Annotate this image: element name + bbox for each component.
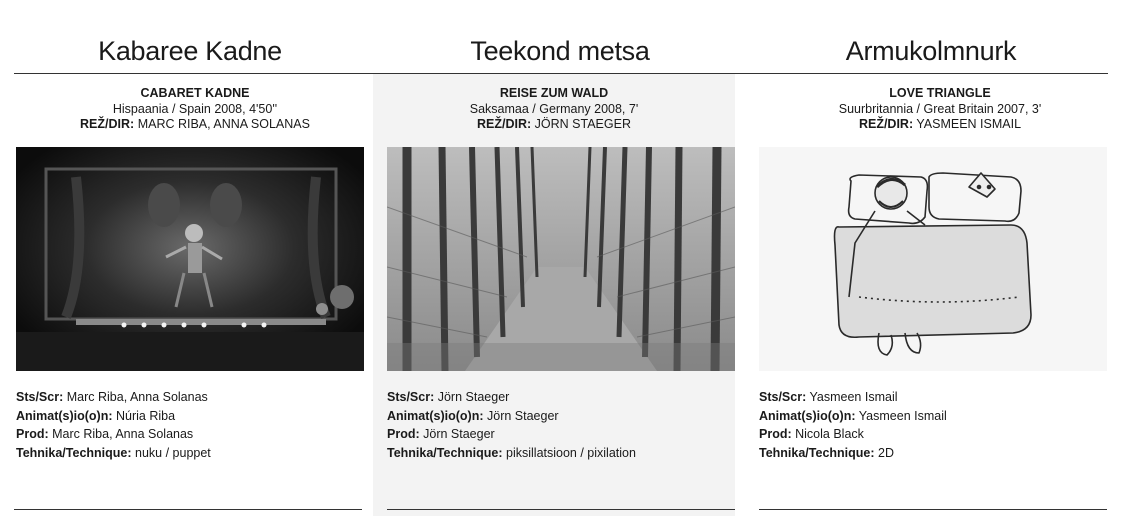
credit-value: Jörn Staeger: [437, 390, 510, 404]
director-line: REŽ/DIR: YASMEEN ISMAIL: [759, 117, 1121, 133]
director-name: MARC RIBA, ANNA SOLANAS: [137, 117, 310, 131]
credit-value: Jörn Staeger: [423, 427, 495, 441]
director-name: JÖRN STAEGER: [534, 117, 631, 131]
film-column-2: REISE ZUM WALD Saksamaa / Germany 2008, …: [373, 74, 735, 516]
credit-line: Sts/Scr: Marc Riba, Anna Solanas: [16, 388, 211, 407]
credit-label: Animat(s)io(o)n:: [16, 408, 113, 423]
credit-value: Jörn Staeger: [487, 408, 559, 423]
film-column-1: CABARET KADNE Hispaania / Spain 2008, 4'…: [14, 74, 376, 516]
film-title-1: Kabaree Kadne: [98, 36, 282, 66]
film-title-2: Teekond metsa: [470, 36, 650, 66]
credit-value: nuku / puppet: [135, 445, 211, 460]
director-line: REŽ/DIR: JÖRN STAEGER: [373, 117, 735, 133]
credit-label: Sts/Scr:: [387, 390, 435, 404]
credit-line: Sts/Scr: Jörn Staeger: [387, 388, 636, 407]
credit-label: Sts/Scr:: [759, 390, 807, 404]
director-label: REŽ/DIR:: [80, 117, 135, 131]
credit-line: Animat(s)io(o)n: Yasmeen Ismail: [759, 407, 947, 426]
director-line: REŽ/DIR: MARC RIBA, ANNA SOLANAS: [14, 117, 376, 133]
credit-line: Sts/Scr: Yasmeen Ismail: [759, 388, 947, 407]
credit-label: Animat(s)io(o)n:: [387, 408, 484, 423]
column-divider: [14, 509, 362, 510]
forest-path-image: [387, 147, 735, 371]
credit-value: Nicola Black: [795, 427, 864, 441]
country-year: Hispaania / Spain 2008, 4'50'': [112, 101, 278, 116]
credit-value: piksillatsioon / pixilation: [506, 445, 636, 460]
credit-label: Tehnika/Technique:: [387, 445, 503, 460]
director-name: YASMEEN ISMAIL: [916, 117, 1022, 131]
credit-value: Yasmeen Ismail: [809, 390, 898, 404]
credit-label: Prod:: [387, 427, 420, 441]
country-year: Suurbritannia / Great Britain 2007, 3': [838, 101, 1042, 116]
director-label: REŽ/DIR:: [858, 117, 914, 131]
film-meta-3: LOVE TRIANGLE Suurbritannia / Great Brit…: [759, 86, 1121, 133]
credit-line: Tehnika/Technique: 2D: [759, 444, 947, 463]
credit-line: Animat(s)io(o)n: Jörn Staeger: [387, 407, 636, 426]
original-title: LOVE TRIANGLE: [889, 86, 991, 100]
credit-label: Tehnika/Technique:: [759, 445, 875, 460]
credit-value: Yasmeen Ismail: [858, 408, 947, 423]
film-credits-2: Sts/Scr: Jörn Staeger Animat(s)io(o)n: J…: [387, 388, 636, 462]
title-row: Kabaree Kadne Teekond metsa Armukolmnurk: [0, 36, 1124, 72]
film-column-3: LOVE TRIANGLE Suurbritannia / Great Brit…: [759, 74, 1121, 516]
credit-label: Sts/Scr:: [16, 390, 64, 404]
film-title-3: Armukolmnurk: [845, 36, 1017, 66]
credit-value: 2D: [878, 445, 894, 460]
original-title: REISE ZUM WALD: [499, 86, 609, 100]
film-credits-3: Sts/Scr: Yasmeen Ismail Animat(s)io(o)n:…: [759, 388, 947, 462]
film-meta-1: CABARET KADNE Hispaania / Spain 2008, 4'…: [14, 86, 376, 133]
director-label: REŽ/DIR:: [477, 117, 532, 131]
credit-value: Marc Riba, Anna Solanas: [52, 427, 194, 441]
credit-label: Tehnika/Technique:: [16, 445, 132, 460]
credit-value: Núria Riba: [116, 408, 176, 423]
credit-label: Animat(s)io(o)n:: [759, 408, 856, 423]
bed-drawing-image: [759, 147, 1107, 371]
puppet-cabaret-stage-image: [16, 147, 364, 371]
credit-line: Prod: Jörn Staeger: [387, 425, 636, 444]
credit-value: Marc Riba, Anna Solanas: [66, 390, 208, 404]
credit-label: Prod:: [16, 427, 49, 441]
original-title: CABARET KADNE: [140, 86, 250, 100]
credit-line: Prod: Marc Riba, Anna Solanas: [16, 425, 211, 444]
credit-label: Prod:: [759, 427, 792, 441]
film-meta-2: REISE ZUM WALD Saksamaa / Germany 2008, …: [373, 86, 735, 133]
credit-line: Animat(s)io(o)n: Núria Riba: [16, 407, 211, 426]
column-divider: [759, 509, 1107, 510]
credit-line: Prod: Nicola Black: [759, 425, 947, 444]
column-divider: [387, 509, 735, 510]
credit-line: Tehnika/Technique: nuku / puppet: [16, 444, 211, 463]
film-credits-1: Sts/Scr: Marc Riba, Anna Solanas Animat(…: [16, 388, 211, 462]
country-year: Saksamaa / Germany 2008, 7': [469, 101, 639, 116]
credit-line: Tehnika/Technique: piksillatsioon / pixi…: [387, 444, 636, 463]
